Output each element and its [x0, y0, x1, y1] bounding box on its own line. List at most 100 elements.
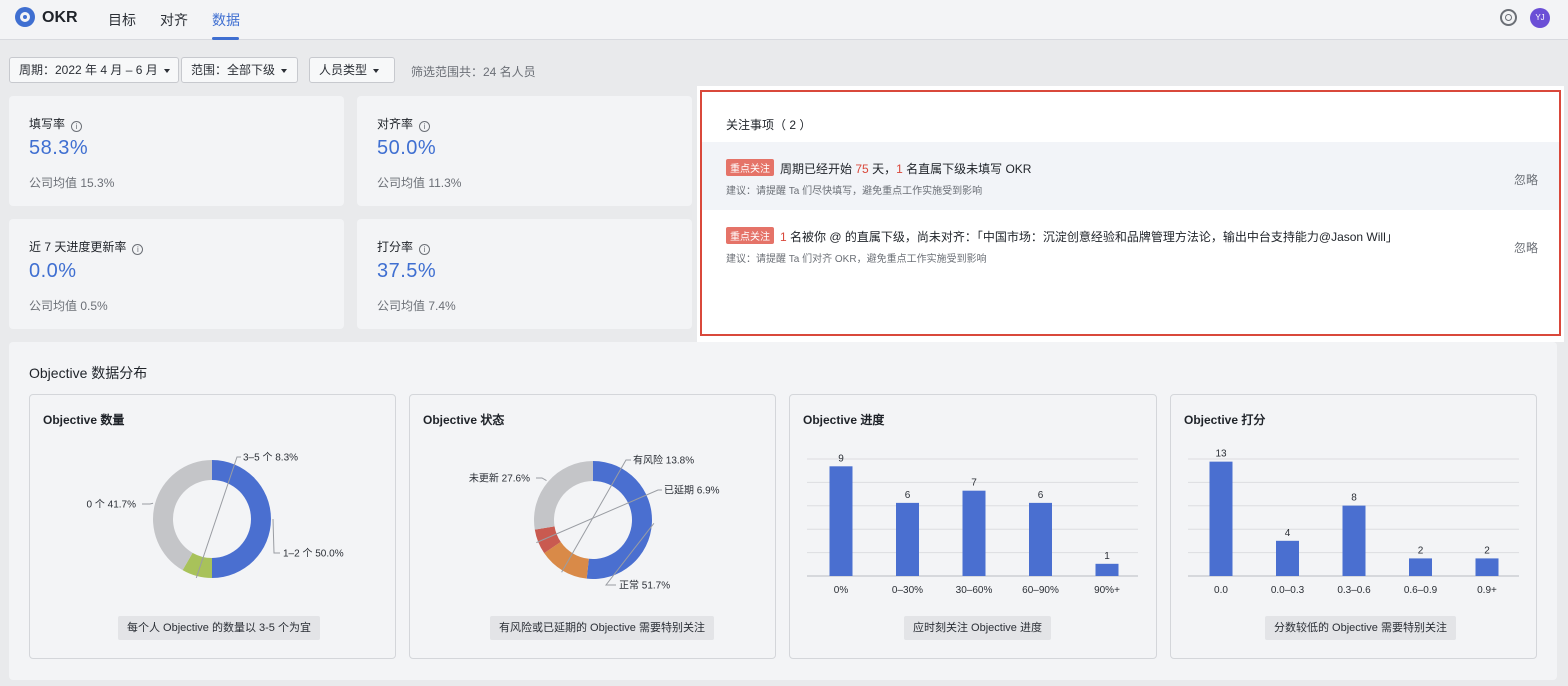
focus-text-post: 名被你 @ 的直属下级，尚未对齐：「中国市场：沉淀创意经验和品牌管理方法论，输出…: [790, 230, 1398, 244]
focus-number: 1: [780, 230, 787, 244]
slice-label: 未更新 27.6%: [469, 472, 530, 485]
stat-label: 近 7 天进度更新率: [29, 240, 127, 254]
bar: [1029, 502, 1052, 576]
panel-footer-tip: 有风险或已延期的 Objective 需要特别关注: [490, 616, 714, 640]
period-filter[interactable]: 周期：2022 年 4 月 – 6 月: [9, 57, 179, 83]
bar-value-label: 7: [971, 478, 977, 489]
stat-card-fill-rate: 填写率 i 58.3% 公司均值 15.3%: [9, 96, 344, 206]
user-avatar[interactable]: YJ: [1530, 8, 1550, 28]
tab-align[interactable]: 对齐: [160, 10, 188, 30]
x-tick-label: 0.0: [1214, 585, 1228, 596]
bar: [1475, 558, 1499, 576]
chevron-down-icon: [373, 68, 380, 73]
slice-label: 正常 51.7%: [619, 579, 670, 592]
person-type-filter-label: 人员类型: [319, 63, 368, 77]
scope-filter[interactable]: 范围：全部下级: [181, 57, 298, 83]
stat-value: 0.0%: [29, 260, 77, 282]
slice-label: 有风险 13.8%: [633, 454, 694, 467]
stat-label: 对齐率: [377, 117, 414, 131]
active-tab-indicator: [212, 37, 239, 40]
tab-data[interactable]: 数据: [212, 10, 240, 30]
bar: [962, 490, 986, 576]
settings-gear-icon[interactable]: [1500, 9, 1517, 26]
objective-score-bar-chart: 13 0.0 4 0.0–0.3 8 0.3–0.6 2 0.6–0.9 2 0.9+: [1188, 449, 1519, 596]
x-tick-label: 0.3–0.6: [1337, 585, 1371, 596]
filter-summary: 筛选范围共：24 名人员: [411, 65, 536, 79]
chevron-down-icon: [163, 68, 170, 73]
donut-slice: [586, 461, 653, 579]
focus-text-pre: 周期已经开始: [780, 162, 853, 176]
panel-objective-score: Objective 打分 13 0.0 4 0.0–0.3 8 0.3–0.6 2 0.6–0…: [1170, 394, 1537, 659]
panel-objective-count: Objective 数量 1–2 个 50.0% 3–5 个 8.3% 0 个 41…: [29, 394, 396, 659]
stat-average: 公司均值 15.3%: [29, 176, 115, 190]
focus-suggestion: 建议：请提醒 Ta 们尽快填写，避免重点工作实施受到影响: [726, 186, 983, 197]
slice-label: 1–2 个 50.0%: [283, 548, 344, 560]
bar-value-label: 9: [838, 453, 844, 464]
bar-value-label: 2: [1418, 545, 1424, 556]
stat-value: 50.0%: [377, 137, 437, 159]
focus-item-text: 重点关注 周期已经开始 75 天，1 名直属下级未填写 OKR: [726, 159, 1031, 177]
donut-slice: [212, 460, 271, 578]
person-type-filter[interactable]: 人员类型: [309, 57, 395, 83]
section-title: Objective 数据分布: [29, 365, 148, 381]
ignore-button[interactable]: 忽略: [1514, 171, 1538, 188]
tab-goals[interactable]: 目标: [108, 10, 136, 30]
focus-number: 75: [855, 162, 869, 176]
scope-filter-label: 范围：全部下级: [191, 63, 276, 77]
focus-items-popup: 关注事项（ 2 ） 重点关注 周期已经开始 75 天，1 名直属下级未填写 OKR…: [700, 90, 1561, 336]
info-icon[interactable]: i: [71, 121, 83, 132]
info-icon[interactable]: i: [132, 244, 144, 255]
x-tick-label: 30–60%: [956, 585, 993, 596]
donut-slice: [153, 460, 212, 571]
slice-label: 已延期 6.9%: [664, 485, 720, 497]
bar-value-label: 13: [1215, 449, 1227, 460]
stat-average: 公司均值 7.4%: [377, 299, 456, 313]
label-leader-line: [142, 502, 154, 505]
x-tick-label: 0.0–0.3: [1271, 585, 1305, 596]
info-icon[interactable]: i: [419, 244, 431, 255]
app-title: OKR: [42, 9, 78, 26]
x-tick-label: 0.6–0.9: [1404, 585, 1438, 596]
label-leader-line: [272, 518, 280, 554]
ignore-button[interactable]: 忽略: [1514, 239, 1538, 256]
stat-card-score-rate: 打分率 i 37.5% 公司均值 7.4%: [357, 219, 692, 329]
bar: [896, 502, 919, 576]
focus-text-mid: 天，: [872, 162, 897, 176]
bar-value-label: 2: [1484, 545, 1490, 556]
stat-card-align-rate: 对齐率 i 50.0% 公司均值 11.3%: [357, 96, 692, 206]
panel-footer-tip: 分数较低的 Objective 需要特别关注: [1265, 616, 1456, 640]
bar: [1342, 505, 1366, 576]
popup-title: 关注事项（ 2 ）: [726, 118, 812, 132]
bar: [1209, 461, 1233, 576]
focus-suggestion: 建议：请提醒 Ta 们对齐 OKR，避免重点工作实施受到影响: [726, 254, 987, 265]
x-tick-label: 0–30%: [892, 585, 923, 596]
focus-item: 重点关注 1 名被你 @ 的直属下级，尚未对齐：「中国市场：沉淀创意经验和品牌管理…: [702, 210, 1559, 278]
panel-objective-status: Objective 状态 正常 51.7% 有风险 13.8% 已延期 6.9% 未更…: [409, 394, 776, 659]
bar: [1095, 563, 1119, 576]
donut-slice: [534, 461, 593, 530]
stat-average: 公司均值 11.3%: [377, 176, 462, 190]
stat-average: 公司均值 0.5%: [29, 299, 108, 313]
x-tick-label: 60–90%: [1022, 585, 1059, 596]
period-filter-label: 周期：2022 年 4 月 – 6 月: [19, 63, 158, 77]
objective-count-donut: 1–2 个 50.0% 3–5 个 8.3% 0 个 41.7%: [87, 452, 344, 579]
panel-objective-progress: Objective 进度 9 0% 6 0–30% 7 30–60% 6 60–90% 1 90%…: [789, 394, 1157, 659]
bar: [1409, 558, 1432, 576]
bar-value-label: 1: [1104, 551, 1110, 562]
panel-footer-tip: 应时刻关注 Objective 进度: [904, 616, 1051, 640]
bar: [1276, 540, 1299, 576]
stat-value: 58.3%: [29, 137, 89, 159]
stat-value: 37.5%: [377, 260, 437, 282]
slice-label: 3–5 个 8.3%: [243, 452, 298, 464]
focus-text-post: 名直属下级未填写 OKR: [906, 162, 1032, 176]
focus-tag: 重点关注: [726, 227, 774, 244]
bar-value-label: 4: [1285, 528, 1291, 539]
focus-item: 重点关注 周期已经开始 75 天，1 名直属下级未填写 OKR 建议：请提醒 Ta…: [702, 142, 1559, 210]
objective-progress-bar-chart: 9 0% 6 0–30% 7 30–60% 6 60–90% 1 90%+: [807, 453, 1138, 596]
okr-logo-icon: [15, 7, 35, 27]
slice-label: 0 个 41.7%: [87, 499, 137, 511]
info-icon[interactable]: i: [419, 121, 431, 132]
bar-value-label: 6: [905, 490, 911, 501]
bar-value-label: 8: [1351, 493, 1357, 504]
focus-number: 1: [896, 162, 903, 176]
